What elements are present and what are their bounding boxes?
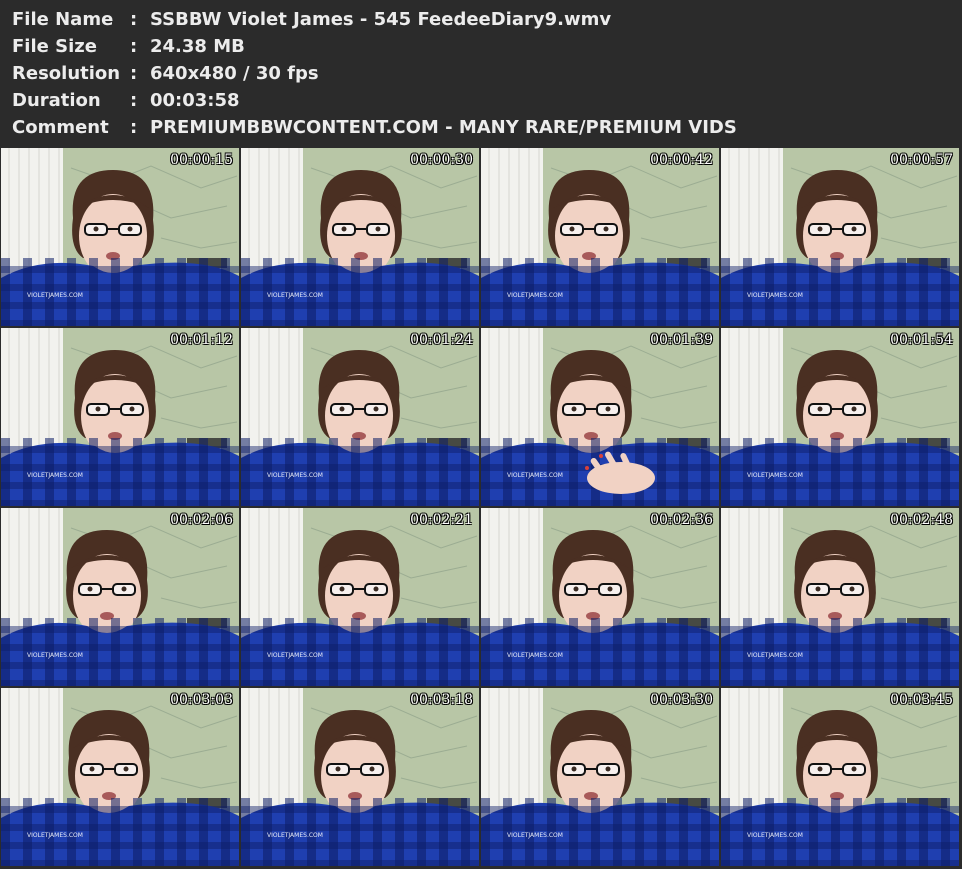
separator: : — [130, 90, 138, 111]
resolution-value: 640x480 / 30 fps — [150, 63, 319, 84]
thumbnail-watermark: VIOLETJAMES.COM — [267, 292, 323, 299]
thumbnail-timestamp: 00:02:21 — [410, 512, 473, 528]
thumbnail-watermark: VIOLETJAMES.COM — [507, 832, 563, 839]
thumbnail-watermark: VIOLETJAMES.COM — [27, 292, 83, 299]
thumbnail-frame: 00:01:24 VIOLETJAMES.COM — [241, 328, 479, 506]
thumbnail-frame: 00:02:06 VIOLETJAMES.COM — [1, 508, 239, 686]
thumbnail-timestamp: 00:00:15 — [170, 152, 233, 168]
separator: : — [130, 63, 138, 84]
thumbnail-frame: 00:00:30 VIOLETJAMES.COM — [241, 148, 479, 326]
thumbnail-image — [721, 508, 959, 686]
duration-label: Duration — [12, 90, 101, 111]
thumbnail-watermark: VIOLETJAMES.COM — [747, 472, 803, 479]
info-row-resolution: Resolution : 640x480 / 30 fps — [12, 60, 952, 87]
thumbnail-timestamp: 00:02:48 — [890, 512, 953, 528]
thumbnail-image — [481, 148, 719, 326]
file-info-header: File Name : SSBBW Violet James - 545 Fee… — [0, 0, 962, 146]
comment-value: PREMIUMBBWCONTENT.COM - MANY RARE/PREMIU… — [150, 117, 737, 138]
duration-value: 00:03:58 — [150, 90, 240, 111]
thumbnail-timestamp: 00:00:42 — [650, 152, 713, 168]
contact-sheet: File Name : SSBBW Violet James - 545 Fee… — [0, 0, 962, 869]
thumbnail-timestamp: 00:03:30 — [650, 692, 713, 708]
thumbnail-frame: 00:00:57 VIOLETJAMES.COM — [721, 148, 959, 326]
thumbnail-timestamp: 00:01:39 — [650, 332, 713, 348]
thumbnail-frame: 00:02:36 VIOLETJAMES.COM — [481, 508, 719, 686]
info-row-duration: Duration : 00:03:58 — [12, 87, 952, 114]
thumbnail-image — [481, 508, 719, 686]
thumbnail-image — [1, 508, 239, 686]
thumbnail-image — [481, 328, 719, 506]
thumbnail-watermark: VIOLETJAMES.COM — [747, 652, 803, 659]
thumbnail-watermark: VIOLETJAMES.COM — [747, 292, 803, 299]
thumbnail-watermark: VIOLETJAMES.COM — [507, 472, 563, 479]
separator: : — [130, 9, 138, 30]
thumbnail-frame: 00:01:39 VIOLETJAMES.COM — [481, 328, 719, 506]
resolution-label: Resolution — [12, 63, 121, 84]
separator: : — [130, 117, 138, 138]
thumbnail-image — [1, 328, 239, 506]
thumbnail-image — [1, 148, 239, 326]
thumbnail-timestamp: 00:01:12 — [170, 332, 233, 348]
thumbnail-watermark: VIOLETJAMES.COM — [507, 652, 563, 659]
thumbnail-watermark: VIOLETJAMES.COM — [267, 832, 323, 839]
thumbnail-watermark: VIOLETJAMES.COM — [747, 832, 803, 839]
thumbnail-frame: 00:03:03 VIOLETJAMES.COM — [1, 688, 239, 866]
thumbnail-image — [241, 328, 479, 506]
thumbnail-timestamp: 00:02:36 — [650, 512, 713, 528]
thumbnail-frame: 00:02:21 VIOLETJAMES.COM — [241, 508, 479, 686]
thumbnail-timestamp: 00:03:03 — [170, 692, 233, 708]
thumbnail-image — [241, 508, 479, 686]
thumbnail-frame: 00:01:12 VIOLETJAMES.COM — [1, 328, 239, 506]
info-row-file-size: File Size : 24.38 MB — [12, 33, 952, 60]
thumbnail-frame: 00:00:42 VIOLETJAMES.COM — [481, 148, 719, 326]
file-size-value: 24.38 MB — [150, 36, 245, 57]
thumbnail-watermark: VIOLETJAMES.COM — [267, 472, 323, 479]
thumbnail-image — [721, 688, 959, 866]
thumbnail-frame: 00:03:30 VIOLETJAMES.COM — [481, 688, 719, 866]
thumbnail-frame: 00:03:45 VIOLETJAMES.COM — [721, 688, 959, 866]
info-row-file-name: File Name : SSBBW Violet James - 545 Fee… — [12, 6, 952, 33]
thumbnail-watermark: VIOLETJAMES.COM — [267, 652, 323, 659]
thumbnail-frame: 00:01:54 VIOLETJAMES.COM — [721, 328, 959, 506]
thumbnail-timestamp: 00:01:24 — [410, 332, 473, 348]
thumbnail-image — [721, 328, 959, 506]
info-row-comment: Comment : PREMIUMBBWCONTENT.COM - MANY R… — [12, 114, 952, 141]
thumbnail-watermark: VIOLETJAMES.COM — [27, 832, 83, 839]
thumbnail-timestamp: 00:00:57 — [890, 152, 953, 168]
file-size-label: File Size — [12, 36, 97, 57]
thumbnail-image — [721, 148, 959, 326]
thumbnail-watermark: VIOLETJAMES.COM — [27, 652, 83, 659]
thumbnail-image — [241, 148, 479, 326]
thumbnail-image — [1, 688, 239, 866]
thumbnail-grid: 00:00:15 VIOLETJAMES.COM 00:00:30 VIOLETJAM… — [0, 148, 962, 869]
separator: : — [130, 36, 138, 57]
file-name-label: File Name — [12, 9, 114, 30]
thumbnail-watermark: VIOLETJAMES.COM — [507, 292, 563, 299]
thumbnail-image — [241, 688, 479, 866]
thumbnail-timestamp: 00:03:18 — [410, 692, 473, 708]
thumbnail-frame: 00:00:15 VIOLETJAMES.COM — [1, 148, 239, 326]
thumbnail-image — [481, 688, 719, 866]
thumbnail-timestamp: 00:03:45 — [890, 692, 953, 708]
thumbnail-watermark: VIOLETJAMES.COM — [27, 472, 83, 479]
thumbnail-frame: 00:02:48 VIOLETJAMES.COM — [721, 508, 959, 686]
thumbnail-timestamp: 00:00:30 — [410, 152, 473, 168]
comment-label: Comment — [12, 117, 109, 138]
thumbnail-timestamp: 00:01:54 — [890, 332, 953, 348]
thumbnail-timestamp: 00:02:06 — [170, 512, 233, 528]
thumbnail-frame: 00:03:18 VIOLETJAMES.COM — [241, 688, 479, 866]
file-name-value: SSBBW Violet James - 545 FeedeeDiary9.wm… — [150, 9, 612, 30]
